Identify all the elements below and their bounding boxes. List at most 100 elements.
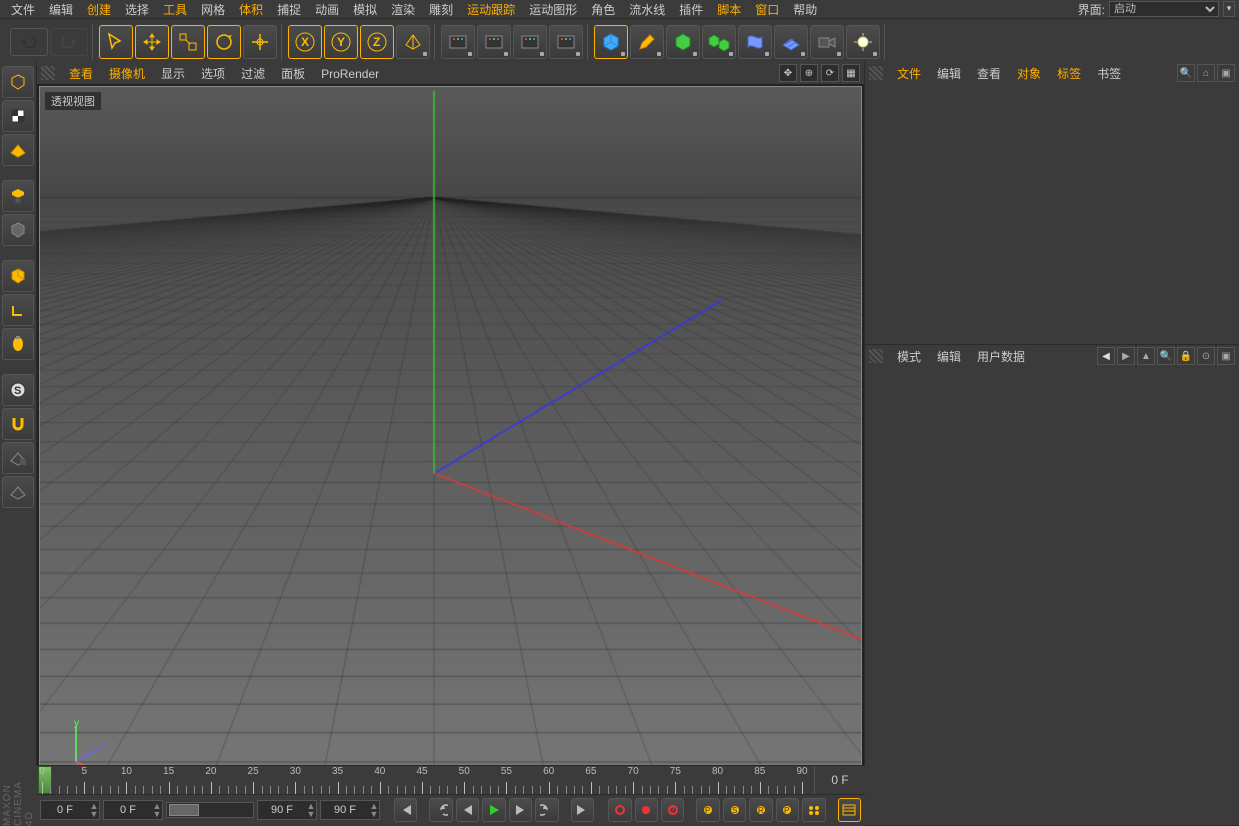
locked-workplane-icon[interactable] bbox=[2, 442, 34, 474]
layout-select[interactable]: 启动 bbox=[1109, 1, 1219, 17]
menu-体积[interactable]: 体积 bbox=[232, 2, 270, 18]
scale-button[interactable] bbox=[171, 25, 205, 59]
attr-menu-模式[interactable]: 模式 bbox=[889, 349, 929, 365]
view-menu-选项[interactable]: 选项 bbox=[193, 66, 233, 82]
dopesheet-button[interactable] bbox=[838, 798, 861, 822]
light-button[interactable] bbox=[846, 25, 880, 59]
lock-icon[interactable]: 🔒 bbox=[1177, 347, 1195, 365]
deformer-button[interactable] bbox=[738, 25, 772, 59]
attr-menu-用户数据[interactable]: 用户数据 bbox=[969, 349, 1033, 365]
menu-创建[interactable]: 创建 bbox=[80, 2, 118, 18]
snap-icon[interactable] bbox=[2, 408, 34, 440]
prev-key-button[interactable] bbox=[429, 798, 452, 822]
popout-icon[interactable]: ▣ bbox=[1217, 347, 1235, 365]
back-icon[interactable]: ◀ bbox=[1097, 347, 1115, 365]
keyframe-sel-button[interactable]: ? bbox=[661, 798, 684, 822]
view-menu-摄像机[interactable]: 摄像机 bbox=[101, 66, 153, 82]
drag-handle-icon[interactable] bbox=[869, 66, 883, 80]
menu-插件[interactable]: 插件 bbox=[672, 2, 710, 18]
array-button[interactable] bbox=[702, 25, 736, 59]
menu-捕捉[interactable]: 捕捉 bbox=[270, 2, 308, 18]
vp-layout-icon[interactable]: ▦ bbox=[842, 64, 860, 82]
y-axis-button[interactable]: Y bbox=[324, 25, 358, 59]
end-frame-field-2[interactable]: ▲▼ bbox=[320, 800, 380, 820]
forward-icon[interactable]: ▶ bbox=[1117, 347, 1135, 365]
vp-zoom-icon[interactable]: ⊕ bbox=[800, 64, 818, 82]
render-view-button[interactable] bbox=[441, 25, 475, 59]
viewport[interactable]: 透视视图 y z x 网格间距 : 100 cm bbox=[39, 86, 862, 824]
menu-动画[interactable]: 动画 bbox=[308, 2, 346, 18]
obj-menu-编辑[interactable]: 编辑 bbox=[929, 66, 969, 82]
layout-dropdown-icon[interactable]: ▾ bbox=[1223, 1, 1235, 17]
view-menu-过滤[interactable]: 过滤 bbox=[233, 66, 273, 82]
next-key-button[interactable] bbox=[535, 798, 558, 822]
up-icon[interactable]: ▲ bbox=[1137, 347, 1155, 365]
goto-end-button[interactable] bbox=[571, 798, 594, 822]
menu-工具[interactable]: 工具 bbox=[156, 2, 194, 18]
menu-渲染[interactable]: 渲染 bbox=[384, 2, 422, 18]
floor-button[interactable] bbox=[774, 25, 808, 59]
rotate-button[interactable] bbox=[207, 25, 241, 59]
z-axis-button[interactable]: Z bbox=[360, 25, 394, 59]
menu-网格[interactable]: 网格 bbox=[194, 2, 232, 18]
key-scale-button[interactable]: S bbox=[723, 798, 746, 822]
search-icon[interactable]: 🔍 bbox=[1177, 64, 1195, 82]
menu-选择[interactable]: 选择 bbox=[118, 2, 156, 18]
edge-mode-icon[interactable] bbox=[2, 260, 34, 292]
live-select-button[interactable] bbox=[99, 25, 133, 59]
render-region-button[interactable] bbox=[477, 25, 511, 59]
new-icon[interactable]: ⊙ bbox=[1197, 347, 1215, 365]
redo-button[interactable] bbox=[50, 28, 88, 56]
obj-menu-对象[interactable]: 对象 bbox=[1009, 66, 1049, 82]
prev-frame-button[interactable] bbox=[456, 798, 479, 822]
menu-运动跟踪[interactable]: 运动跟踪 bbox=[460, 2, 522, 18]
nurbs-button[interactable] bbox=[666, 25, 700, 59]
vp-rotate-icon[interactable]: ⟳ bbox=[821, 64, 839, 82]
vp-move-icon[interactable]: ✥ bbox=[779, 64, 797, 82]
key-pla-button[interactable] bbox=[802, 798, 825, 822]
key-rot-button[interactable]: R bbox=[749, 798, 772, 822]
view-menu-查看[interactable]: 查看 bbox=[61, 66, 101, 82]
attr-menu-编辑[interactable]: 编辑 bbox=[929, 349, 969, 365]
search-icon[interactable]: 🔍 bbox=[1157, 347, 1175, 365]
cube-primitive-button[interactable] bbox=[594, 25, 628, 59]
point-mode-icon[interactable] bbox=[2, 214, 34, 246]
key-pos-button[interactable]: P bbox=[696, 798, 719, 822]
spline-pen-button[interactable] bbox=[630, 25, 664, 59]
obj-menu-文件[interactable]: 文件 bbox=[889, 66, 929, 82]
planar-workplane-icon[interactable] bbox=[2, 476, 34, 508]
menu-脚本[interactable]: 脚本 bbox=[710, 2, 748, 18]
make-editable-icon[interactable] bbox=[2, 66, 34, 98]
home-icon[interactable]: ⌂ bbox=[1197, 64, 1215, 82]
obj-menu-书签[interactable]: 书签 bbox=[1089, 66, 1129, 82]
menu-窗口[interactable]: 窗口 bbox=[748, 2, 786, 18]
object-manager-body[interactable] bbox=[865, 84, 1239, 344]
menu-编辑[interactable]: 编辑 bbox=[42, 2, 80, 18]
play-button[interactable] bbox=[482, 798, 505, 822]
axis-mode-icon[interactable] bbox=[2, 294, 34, 326]
menu-帮助[interactable]: 帮助 bbox=[786, 2, 824, 18]
obj-menu-标签[interactable]: 标签 bbox=[1049, 66, 1089, 82]
camera-button[interactable] bbox=[810, 25, 844, 59]
view-menu-面板[interactable]: 面板 bbox=[273, 66, 313, 82]
next-frame-button[interactable] bbox=[509, 798, 532, 822]
menu-角色[interactable]: 角色 bbox=[584, 2, 622, 18]
attribute-manager-body[interactable] bbox=[865, 367, 1239, 825]
frame-field[interactable]: ▲▼ bbox=[40, 800, 100, 820]
menu-模拟[interactable]: 模拟 bbox=[346, 2, 384, 18]
menu-运动图形[interactable]: 运动图形 bbox=[522, 2, 584, 18]
move-button[interactable] bbox=[135, 25, 169, 59]
render-pict-button[interactable] bbox=[513, 25, 547, 59]
menu-雕刻[interactable]: 雕刻 bbox=[422, 2, 460, 18]
x-axis-button[interactable]: X bbox=[288, 25, 322, 59]
tweak-icon[interactable] bbox=[2, 328, 34, 360]
render-settings-button[interactable] bbox=[549, 25, 583, 59]
record-button[interactable] bbox=[608, 798, 631, 822]
end-frame-field[interactable]: ▲▼ bbox=[257, 800, 317, 820]
workplane-icon[interactable] bbox=[2, 180, 34, 212]
view-menu-ProRender[interactable]: ProRender bbox=[313, 66, 387, 82]
last-tool-button[interactable] bbox=[243, 25, 277, 59]
range-slider[interactable] bbox=[166, 802, 254, 818]
obj-menu-查看[interactable]: 查看 bbox=[969, 66, 1009, 82]
undo-button[interactable] bbox=[10, 28, 48, 56]
